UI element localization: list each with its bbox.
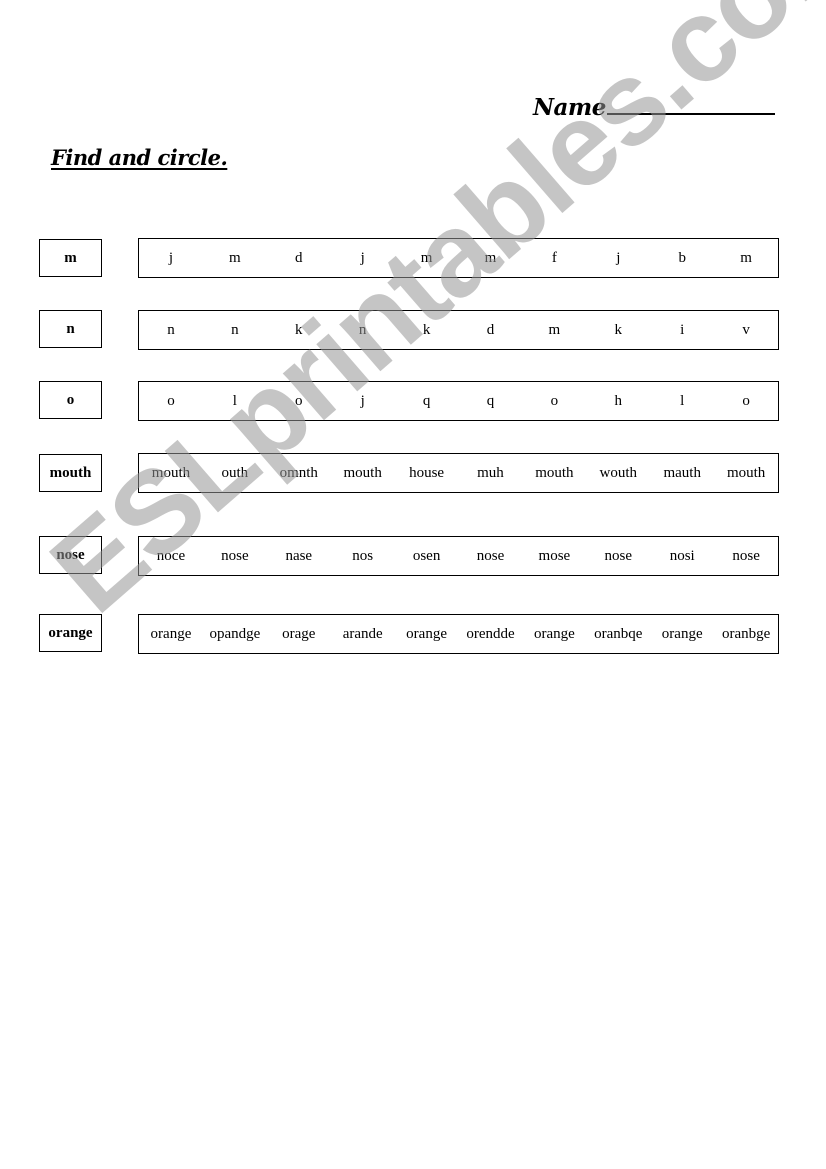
choice-item[interactable]: orendde [459, 626, 523, 643]
name-blank-line[interactable] [606, 95, 775, 115]
choice-item[interactable]: o [714, 393, 778, 410]
choice-item[interactable]: m [203, 250, 267, 267]
choice-item[interactable]: mouth [139, 465, 203, 482]
choice-item[interactable]: n [139, 322, 203, 339]
choice-item[interactable]: j [139, 250, 203, 267]
choice-item[interactable]: m [395, 250, 459, 267]
choice-item[interactable]: nose [459, 548, 523, 565]
choice-item[interactable]: orange [139, 626, 203, 643]
choice-item[interactable]: v [714, 322, 778, 339]
target-word-box: n [39, 310, 102, 348]
target-word-box: nose [39, 536, 102, 574]
choice-item[interactable]: arande [331, 626, 395, 643]
choice-item[interactable]: d [459, 322, 523, 339]
choice-item[interactable]: mouth [714, 465, 778, 482]
choice-item[interactable]: i [650, 322, 714, 339]
choices-box: nnknkdmkiv [138, 310, 779, 350]
choice-item[interactable]: h [586, 393, 650, 410]
target-word-box: m [39, 239, 102, 277]
name-label: Name [533, 94, 606, 121]
choice-item[interactable]: oranbge [714, 626, 778, 643]
choice-item[interactable]: outh [203, 465, 267, 482]
choice-item[interactable]: mouth [522, 465, 586, 482]
choice-item[interactable]: mouth [331, 465, 395, 482]
choice-item[interactable]: l [203, 393, 267, 410]
choice-item[interactable]: nose [203, 548, 267, 565]
target-word-box: orange [39, 614, 102, 652]
choice-item[interactable]: orange [650, 626, 714, 643]
choices-box: noce nose nase nos osen nose mose nose nosi nose [138, 536, 779, 576]
choice-item[interactable]: osen [395, 548, 459, 565]
choices-box: jmdjmmfjbm [138, 238, 779, 278]
choice-item[interactable]: n [331, 322, 395, 339]
choices-box: orange opandge orage arande orange orendde ora… [138, 614, 779, 654]
choice-item[interactable]: nose [714, 548, 778, 565]
choice-item[interactable]: orange [395, 626, 459, 643]
choice-item[interactable]: nose [586, 548, 650, 565]
choice-item[interactable]: b [650, 250, 714, 267]
choice-item[interactable]: orage [267, 626, 331, 643]
choice-item[interactable]: k [586, 322, 650, 339]
choice-item[interactable]: nos [331, 548, 395, 565]
choice-item[interactable]: m [459, 250, 523, 267]
choice-item[interactable]: m [522, 322, 586, 339]
choice-item[interactable]: o [139, 393, 203, 410]
choice-item[interactable]: q [459, 393, 523, 410]
target-word-box: mouth [39, 454, 102, 492]
choice-item[interactable]: nase [267, 548, 331, 565]
choice-item[interactable]: nosi [650, 548, 714, 565]
choices-box: mouth outh omnth mouth house muh mouth wouth mau… [138, 453, 779, 493]
choice-item[interactable]: f [522, 250, 586, 267]
choice-item[interactable]: omnth [267, 465, 331, 482]
name-field: Name [533, 94, 775, 121]
choice-item[interactable]: noce [139, 548, 203, 565]
choice-item[interactable]: l [650, 393, 714, 410]
choice-item[interactable]: mauth [650, 465, 714, 482]
choice-item[interactable]: j [331, 393, 395, 410]
choice-item[interactable]: mose [522, 548, 586, 565]
choice-item[interactable]: n [203, 322, 267, 339]
choice-item[interactable]: house [395, 465, 459, 482]
choice-item[interactable]: d [267, 250, 331, 267]
choice-item[interactable]: j [331, 250, 395, 267]
target-word-box: o [39, 381, 102, 419]
choice-item[interactable]: q [395, 393, 459, 410]
choice-item[interactable]: o [267, 393, 331, 410]
choice-item[interactable]: m [714, 250, 778, 267]
choice-item[interactable]: wouth [586, 465, 650, 482]
choice-item[interactable]: k [267, 322, 331, 339]
choice-item[interactable]: opandge [203, 626, 267, 643]
choice-item[interactable]: orange [522, 626, 586, 643]
choice-item[interactable]: oranbqe [586, 626, 650, 643]
instruction-heading: Find and circle. [51, 145, 228, 170]
choice-item[interactable]: j [586, 250, 650, 267]
choice-item[interactable]: o [522, 393, 586, 410]
choice-item[interactable]: k [395, 322, 459, 339]
choices-box: olojqqohlo [138, 381, 779, 421]
choice-item[interactable]: muh [459, 465, 523, 482]
